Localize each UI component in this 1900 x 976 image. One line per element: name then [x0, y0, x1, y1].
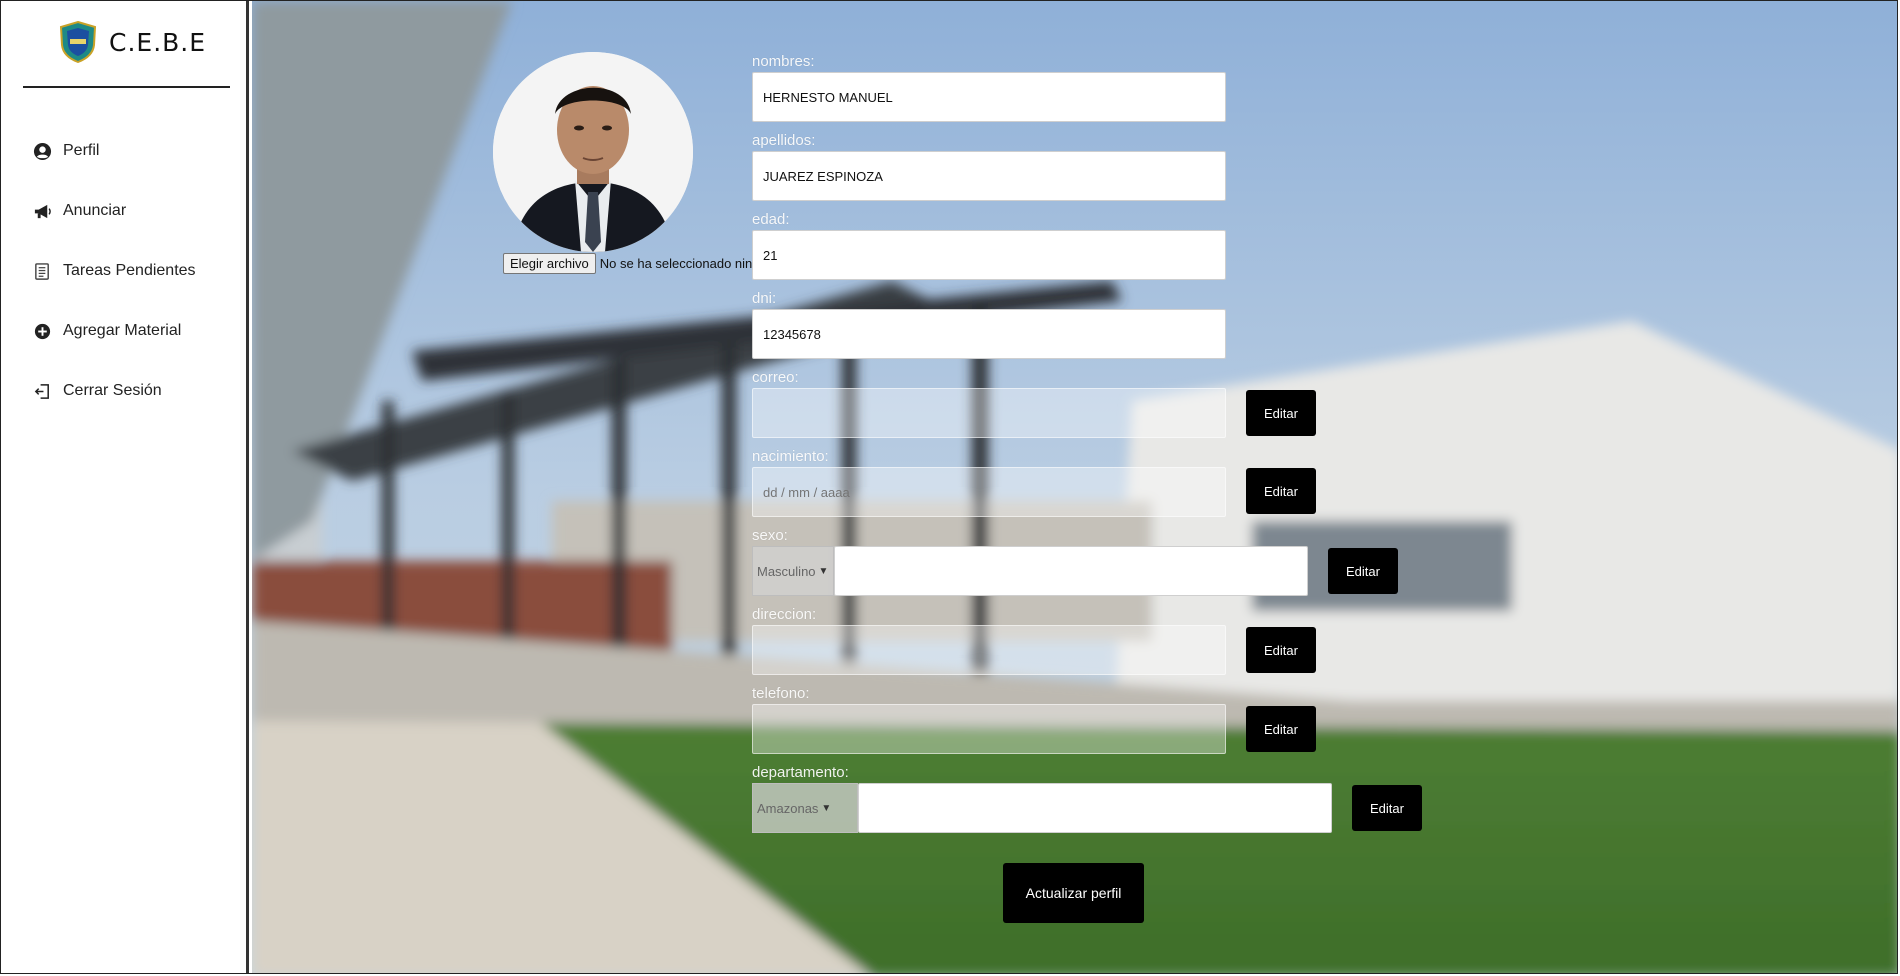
profile-photo	[493, 52, 693, 252]
chevron-down-icon: ▼	[818, 565, 829, 577]
school-crest-logo	[59, 20, 97, 64]
edit-telefono-button[interactable]: Editar	[1246, 706, 1316, 752]
label-correo: correo:	[752, 369, 799, 386]
label-nacimiento: nacimiento:	[752, 448, 829, 465]
edit-departamento-button[interactable]: Editar	[1352, 785, 1422, 831]
sidebar-item-label: Perfil	[63, 142, 100, 159]
dni-input[interactable]	[752, 309, 1226, 359]
departamento-input[interactable]	[858, 783, 1332, 833]
label-apellidos: apellidos:	[752, 132, 816, 149]
edad-input[interactable]	[752, 230, 1226, 280]
label-dni: dni:	[752, 290, 777, 307]
nombres-input[interactable]	[752, 72, 1226, 122]
sidebar: C.E.B.E Perfil Anunciar Tareas Pendiente…	[1, 1, 249, 973]
app-frame: C.E.B.E Perfil Anunciar Tareas Pendiente…	[0, 0, 1898, 974]
edit-nacimiento-button[interactable]: Editar	[1246, 468, 1316, 514]
user-circle-icon	[32, 141, 52, 161]
tasks-icon	[32, 261, 52, 281]
sidebar-item-agregar-material[interactable]: Agregar Material	[1, 301, 246, 361]
chevron-down-icon: ▼	[821, 802, 832, 814]
nacimiento-date-input[interactable]	[752, 467, 1226, 517]
sidebar-item-label: Cerrar Sesión	[63, 382, 162, 399]
file-status-text: No se ha seleccionado ningún archivo	[599, 256, 755, 271]
update-profile-button[interactable]: Actualizar perfil	[1003, 863, 1144, 923]
edit-correo-button[interactable]: Editar	[1246, 390, 1316, 436]
label-direccion: direccion:	[752, 606, 817, 623]
choose-file-button[interactable]: Elegir archivo	[503, 253, 596, 274]
brand-name: C.E.B.E	[109, 27, 207, 57]
brand-divider	[23, 86, 230, 88]
sexo-selected-value: Masculino	[757, 563, 816, 579]
label-edad: edad:	[752, 211, 790, 228]
apellidos-input[interactable]	[752, 151, 1226, 201]
brand: C.E.B.E	[59, 20, 207, 64]
logout-icon	[32, 381, 52, 401]
correo-input[interactable]	[752, 388, 1226, 438]
departamento-select[interactable]: Amazonas ▼	[752, 783, 858, 833]
sidebar-nav: Perfil Anunciar Tareas Pendientes Agrega…	[1, 121, 246, 421]
sidebar-item-anunciar[interactable]: Anunciar	[1, 181, 246, 241]
sidebar-item-label: Anunciar	[63, 202, 127, 219]
edit-direccion-button[interactable]: Editar	[1246, 627, 1316, 673]
sidebar-item-tareas-pendientes[interactable]: Tareas Pendientes	[1, 241, 246, 301]
departamento-selected-value: Amazonas	[757, 800, 819, 816]
sidebar-item-label: Agregar Material	[63, 322, 182, 339]
label-sexo: sexo:	[752, 527, 788, 544]
label-departamento: departamento:	[752, 764, 849, 781]
sexo-input[interactable]	[834, 546, 1308, 596]
sidebar-item-label: Tareas Pendientes	[63, 262, 196, 279]
sidebar-item-perfil[interactable]: Perfil	[1, 121, 246, 181]
direccion-input[interactable]	[752, 625, 1226, 675]
sidebar-item-cerrar-sesion[interactable]: Cerrar Sesión	[1, 361, 246, 421]
plus-circle-icon	[32, 321, 52, 341]
megaphone-icon	[32, 201, 52, 221]
edit-sexo-button[interactable]: Editar	[1328, 548, 1398, 594]
profile-main: Elegir archivo No se ha seleccionado nin…	[252, 1, 1897, 973]
telefono-input[interactable]	[752, 704, 1226, 754]
label-nombres: nombres:	[752, 53, 815, 70]
label-telefono: telefono:	[752, 685, 810, 702]
sexo-select[interactable]: Masculino ▼	[752, 546, 834, 596]
